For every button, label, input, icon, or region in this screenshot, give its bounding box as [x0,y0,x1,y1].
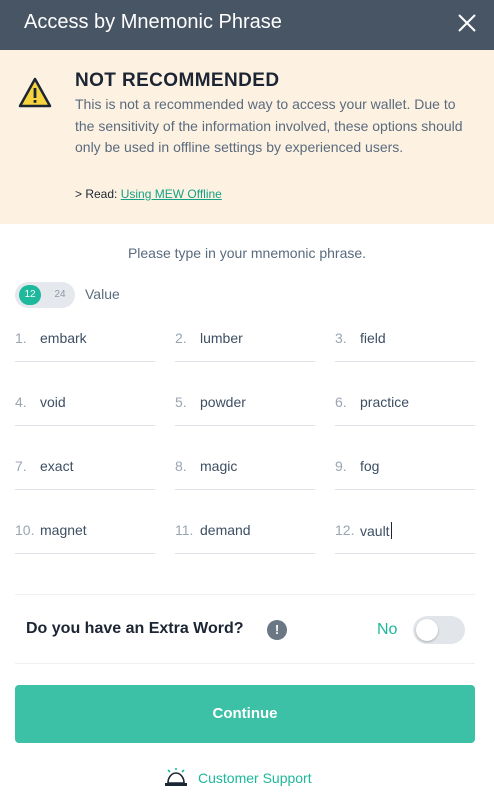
word-number: 8. [175,458,187,474]
modal-header: Access by Mnemonic Phrase [0,0,494,50]
warning-body: This is not a recommended way to access … [75,96,463,155]
word-value: magnet [40,522,87,538]
mnemonic-word-input[interactable]: 9. fog [335,458,475,490]
bell-icon [165,768,187,786]
word-value: void [40,394,66,410]
mnemonic-prompt: Please type in your mnemonic phrase. [127,245,367,261]
word-value: demand [200,522,251,538]
customer-support-label: Customer Support [198,770,312,786]
word-number: 11. [175,522,194,538]
word-value: practice [360,394,410,410]
word-value: exact [40,458,74,474]
customer-support-link[interactable]: Customer Support [164,766,312,790]
warning-banner: NOT RECOMMENDED This is not a recommende… [0,50,494,224]
word-value: field [360,330,386,346]
word-count-24-option[interactable]: 24 [49,285,71,305]
extra-word-label: Do you have an Extra Word? [26,620,244,637]
word-value: embark [40,330,87,346]
extra-word-toggle[interactable] [413,616,465,644]
mnemonic-word-input[interactable]: 6. practice [335,394,475,426]
continue-button[interactable]: Continue [15,685,475,743]
mnemonic-word-input[interactable]: 5. powder [175,394,315,426]
word-number: 12. [335,522,355,538]
word-count-toggle[interactable]: 12 24 [15,282,75,308]
modal-title: Access by Mnemonic Phrase [24,11,282,33]
warning-title: NOT RECOMMENDED [75,70,280,91]
word-number: 5. [175,394,187,410]
word-number: 3. [335,330,347,346]
word-number: 7. [15,458,27,474]
word-value: magic [200,458,238,474]
word-number: 1. [15,330,27,346]
word-count-12-option[interactable]: 12 [19,285,41,305]
mnemonic-word-input[interactable]: 8. magic [175,458,315,490]
extra-word-state: No [377,621,398,638]
warning-icon [18,77,52,108]
mnemonic-word-input[interactable]: 3. field [335,330,475,362]
word-value: powder [200,394,246,410]
info-icon[interactable]: ! [267,620,287,640]
toggle-knob [416,619,438,641]
word-value: fog [360,458,380,474]
word-number: 4. [15,394,27,410]
using-mew-offline-link[interactable]: Using MEW Offline [121,187,222,201]
word-value: lumber [200,330,243,346]
mnemonic-word-input[interactable]: 11. demand [175,522,315,554]
value-label: Value [85,286,120,302]
mnemonic-word-input[interactable]: 7. exact [15,458,155,490]
word-number: 2. [175,330,187,346]
read-more: > Read: Using MEW Offline [75,187,222,201]
mnemonic-word-input[interactable]: 2. lumber [175,330,315,362]
divider [15,594,475,595]
word-value-focused: vault [360,522,392,539]
word-value: vault [360,523,390,539]
word-number: 9. [335,458,347,474]
word-number: 10. [15,522,35,538]
word-number: 6. [335,394,347,410]
read-prefix: > Read: [75,187,121,201]
close-icon[interactable] [456,12,478,34]
mnemonic-word-input[interactable]: 1. embark [15,330,155,362]
divider [15,663,475,664]
mnemonic-word-input[interactable]: 12. vault [335,522,475,554]
mnemonic-word-input[interactable]: 4. void [15,394,155,426]
text-caret [390,522,392,539]
mnemonic-word-input[interactable]: 10. magnet [15,522,155,554]
